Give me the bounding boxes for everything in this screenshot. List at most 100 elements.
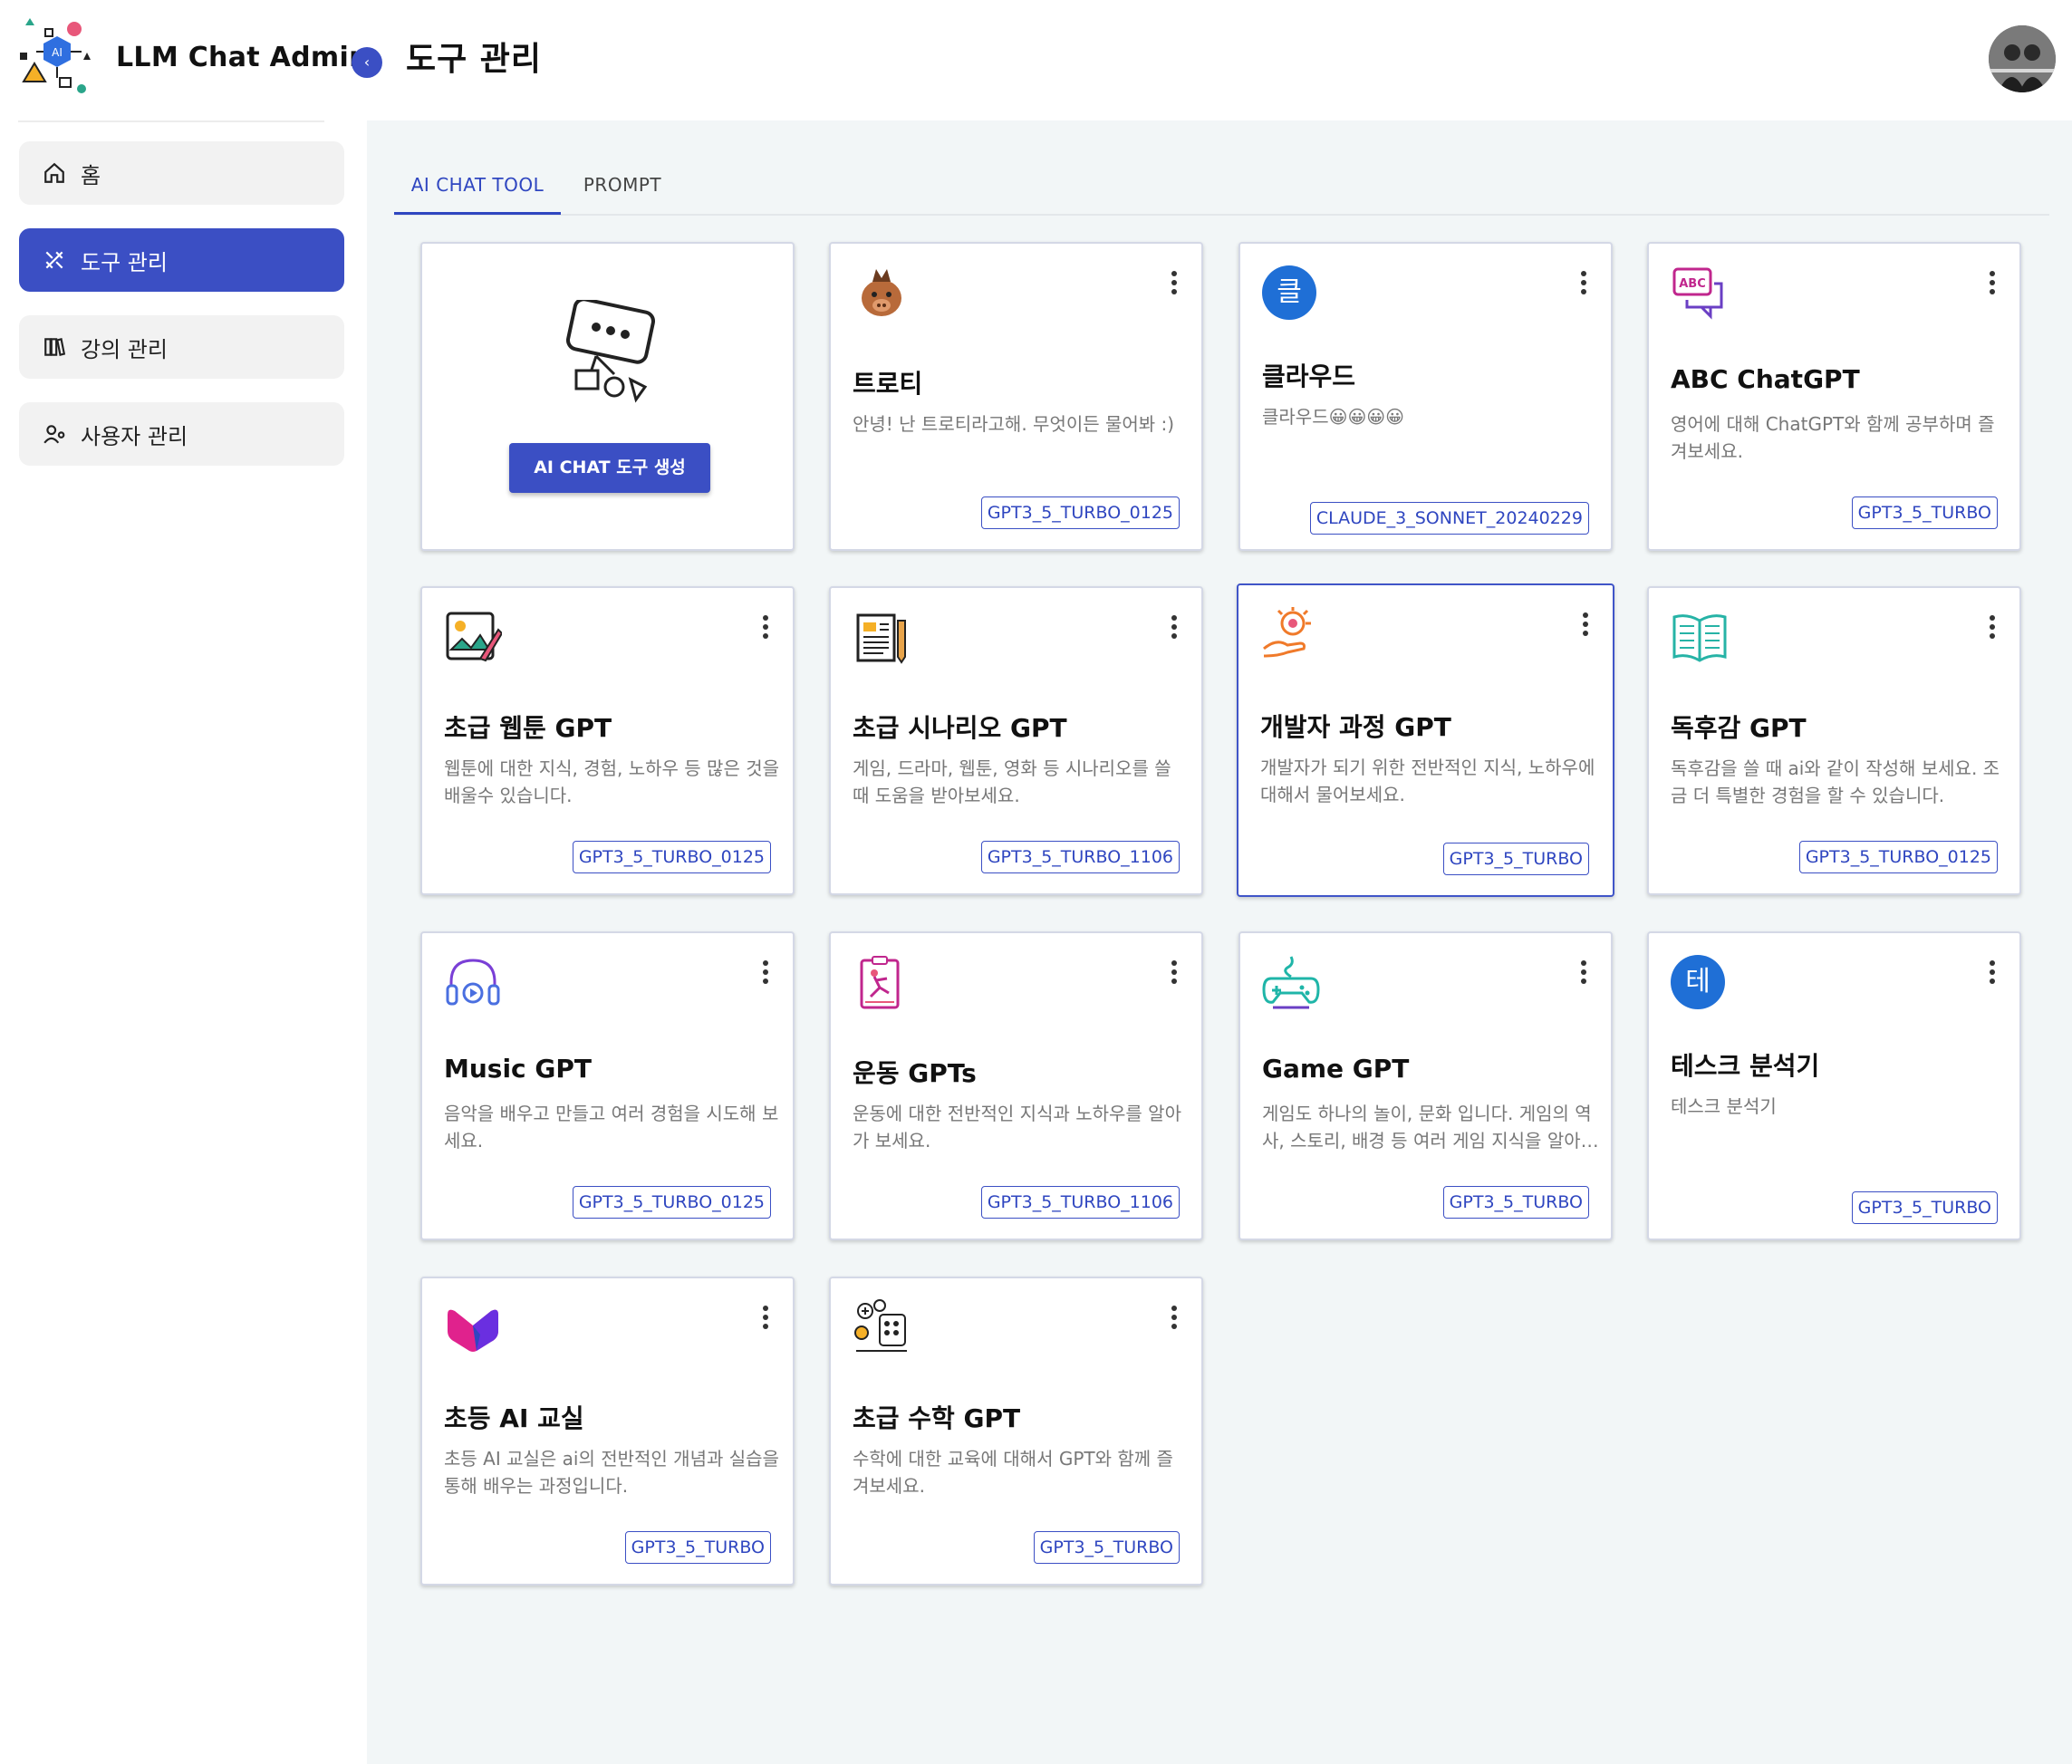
svg-text:ABC: ABC (1679, 277, 1706, 291)
model-badge: GPT3_5_TURBO_0125 (1798, 841, 1998, 873)
tool-title: ABC ChatGPT (1671, 364, 1860, 394)
tool-card[interactable]: 초급 웹툰 GPT 웹툰에 대한 지식, 경험, 노하우 등 많은 것을 배울수… (420, 586, 795, 895)
headphones-icon (446, 959, 500, 1006)
sidebar-item-label: 사용자 관리 (81, 423, 188, 449)
sidebar-item-users[interactable]: 사용자 관리 (19, 402, 344, 466)
tool-description: 수학에 대한 교육에 대해서 GPT와 함께 즐겨보세요. (853, 1448, 1173, 1497)
tool-card[interactable]: 운동 GPTs 운동에 대한 전반적인 지식과 노하우를 알아가 보세요. GP… (829, 931, 1203, 1240)
tool-title: 초급 웹툰 GPT (444, 713, 612, 743)
tab-bar: AI CHAT TOOL PROMPT (394, 157, 2049, 216)
tool-description: 영어에 대해 ChatGPT와 함께 공부하며 즐겨보세요. (1671, 413, 1995, 462)
more-vert-icon[interactable] (758, 959, 773, 986)
open-book-icon (1672, 614, 1727, 662)
more-vert-icon[interactable] (758, 1304, 773, 1331)
more-vert-icon[interactable] (1985, 269, 2000, 296)
tool-card[interactable]: ABC ABC ChatGPT 영어에 대해 ChatGPT와 함께 공부하며 … (1647, 242, 2021, 551)
model-badge: GPT3_5_TURBO (1442, 1186, 1589, 1219)
tool-description: 게임, 드라마, 웹툰, 영화 등 시나리오를 쓸 때 도움을 받아보세요. (853, 757, 1171, 806)
tool-title: 초급 시나리오 GPT (853, 713, 1067, 743)
avatar-photo-icon (1989, 25, 2056, 92)
boar-icon (862, 269, 901, 316)
model-badge: GPT3_5_TURBO_1106 (980, 1186, 1180, 1219)
main-content: AI CHAT TOOL PROMPT AI CHAT 도구 생성 트로티 안녕… (367, 120, 2072, 1764)
more-vert-icon[interactable] (1985, 959, 2000, 986)
tool-description: 테스크 분석기 (1671, 1095, 1777, 1117)
exercise-icon (860, 956, 900, 1009)
letter-avatar: 클 (1262, 265, 1320, 323)
tool-description: 게임도 하나의 놀이, 문화 입니다. 게임의 역사, 스토리, 배경 등 여러… (1262, 1103, 1598, 1152)
m-logo-icon (448, 1309, 498, 1352)
model-badge: GPT3_5_TURBO (1442, 843, 1589, 875)
drawing-icon (446, 612, 502, 662)
tool-card[interactable]: 초급 수학 GPT 수학에 대한 교육에 대해서 GPT와 함께 즐겨보세요. … (829, 1277, 1203, 1586)
home-icon (41, 159, 68, 187)
sidebar-item-tools[interactable]: 도구 관리 (19, 228, 344, 292)
sidebar-item-label: 도구 관리 (81, 249, 168, 275)
tool-title: 트로티 (853, 369, 923, 399)
more-vert-icon[interactable] (1576, 959, 1591, 986)
sidebar-collapse-button[interactable]: ‹ (352, 47, 382, 78)
tool-card[interactable]: 테 테스크 분석기 테스크 분석기 GPT3_5_TURBO (1647, 931, 2021, 1240)
tool-title: 클라우드 (1262, 361, 1356, 391)
tool-card[interactable]: 독후감 GPT 독후감을 쓸 때 ai와 같이 작성해 보세요. 조금 더 특별… (1647, 586, 2021, 895)
more-vert-icon[interactable] (1578, 611, 1593, 638)
tool-title: Game GPT (1262, 1054, 1410, 1084)
tool-description: 개발자가 되기 위한 전반적인 지식, 노하우에 대해서 물어보세요. (1260, 757, 1595, 805)
model-badge: GPT3_5_TURBO (1851, 1191, 1998, 1224)
tool-card[interactable]: 초등 AI 교실 초등 AI 교실은 ai의 전반적인 개념과 실습을 통해 배… (420, 1277, 795, 1586)
script-icon (856, 613, 906, 664)
svg-text:AI: AI (52, 46, 63, 59)
tool-title: Music GPT (444, 1054, 593, 1084)
app-logo: AI (20, 18, 91, 93)
app-header: AI LLM Chat Admin ‹ 도구 관리 (0, 0, 2072, 120)
tool-card[interactable]: Music GPT 음악을 배우고 만들고 여러 경험을 시도해 보세요. GP… (420, 931, 795, 1240)
sidebar-item-courses[interactable]: 강의 관리 (19, 315, 344, 379)
tool-title: 초급 수학 GPT (853, 1403, 1021, 1433)
gamepad-icon (1262, 956, 1320, 1009)
sidebar-item-label: 강의 관리 (81, 336, 168, 362)
tool-card[interactable]: 클 클라우드 클라우드😀😀😀😀 CLAUDE_3_SONNET_20240229 (1238, 242, 1613, 551)
model-badge: GPT3_5_TURBO_1106 (980, 841, 1180, 873)
tab-prompt[interactable]: PROMPT (561, 157, 684, 214)
tools-icon (41, 246, 68, 274)
sidebar-item-home[interactable]: 홈 (19, 141, 344, 205)
tool-title: 운동 GPTs (853, 1058, 977, 1088)
more-vert-icon[interactable] (1167, 1304, 1181, 1331)
page-title: 도구 관리 (406, 41, 543, 78)
model-badge: GPT3_5_TURBO_0125 (980, 496, 1180, 529)
abc-chat-icon: ABC (1672, 267, 1723, 320)
chat-robot-icon (566, 300, 655, 403)
tool-card[interactable]: Game GPT 게임도 하나의 놀이, 문화 입니다. 게임의 역사, 스토리… (1238, 931, 1613, 1240)
brand[interactable]: AI LLM Chat Admin (18, 18, 369, 96)
app-title: LLM Chat Admin (116, 41, 369, 73)
create-tool-button[interactable]: AI CHAT 도구 생성 (509, 443, 710, 493)
tool-title: 개발자 과정 GPT (1260, 712, 1451, 742)
more-vert-icon[interactable] (1985, 613, 2000, 641)
idea-hand-icon (1263, 607, 1311, 658)
tool-description: 웹툰에 대한 지식, 경험, 노하우 등 많은 것을 배울수 있습니다. (444, 757, 780, 806)
more-vert-icon[interactable] (758, 613, 773, 641)
model-badge: GPT3_5_TURBO_0125 (572, 841, 771, 873)
more-vert-icon[interactable] (1167, 959, 1181, 986)
create-tool-card: AI CHAT 도구 생성 (420, 242, 795, 551)
model-badge: GPT3_5_TURBO (1851, 496, 1998, 529)
tool-description: 음악을 배우고 만들고 여러 경험을 시도해 보세요. (444, 1103, 779, 1152)
model-badge: GPT3_5_TURBO (624, 1531, 771, 1564)
tool-card[interactable]: 초급 시나리오 GPT 게임, 드라마, 웹툰, 영화 등 시나리오를 쓸 때 … (829, 586, 1203, 895)
letter-avatar: 테 (1671, 955, 1729, 1013)
user-settings-icon (41, 420, 68, 448)
math-icon (854, 1299, 907, 1352)
books-icon (41, 333, 68, 361)
model-badge: GPT3_5_TURBO_0125 (572, 1186, 771, 1219)
sidebar-item-label: 홈 (81, 162, 101, 188)
more-vert-icon[interactable] (1167, 269, 1181, 296)
more-vert-icon[interactable] (1167, 613, 1181, 641)
more-vert-icon[interactable] (1576, 269, 1591, 296)
tool-title: 테스크 분석기 (1671, 1051, 1820, 1081)
tool-card[interactable]: 개발자 과정 GPT 개발자가 되기 위한 전반적인 지식, 노하우에 대해서 … (1237, 583, 1614, 897)
model-badge: GPT3_5_TURBO (1033, 1531, 1180, 1564)
tab-ai-chat-tool[interactable]: AI CHAT TOOL (394, 157, 561, 215)
tool-card[interactable]: 트로티 안녕! 난 트로티라고해. 무엇이든 물어봐 :) GPT3_5_TUR… (829, 242, 1203, 551)
sidebar: 홈 도구 관리 강의 관리 사용자 관리 (0, 120, 367, 1764)
user-avatar[interactable] (1989, 25, 2056, 92)
